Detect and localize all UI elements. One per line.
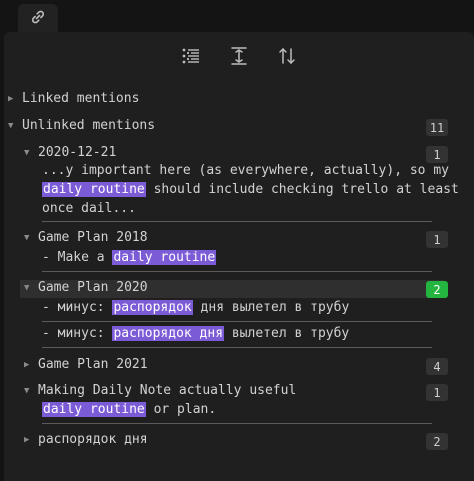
collapse-results-button[interactable] (177, 44, 205, 72)
file-title: распорядок дня (38, 432, 148, 447)
divider (42, 321, 432, 322)
match-snippet[interactable]: - Make a daily routine (42, 248, 217, 267)
match-snippet[interactable]: - минус: распорядок дня вылетел в трубу (42, 298, 349, 317)
unlinked-mentions-header[interactable]: ▼ Unlinked mentions (8, 118, 155, 133)
snippet-text: вылетел в трубу (224, 326, 350, 341)
snippet-text: - минус: (42, 326, 113, 341)
result-file-game-plan-2018[interactable]: ▼ Game Plan 2018 (24, 230, 148, 245)
result-file-2020-12-21[interactable]: ▼ 2020-12-21 (24, 145, 116, 160)
match-count: 1 (426, 384, 448, 401)
chevron-right-icon: ▶ (8, 93, 14, 104)
chevron-down-icon: ▼ (24, 282, 30, 293)
link-icon (30, 9, 46, 29)
chevron-right-icon: ▶ (24, 359, 30, 370)
divider (42, 347, 432, 348)
file-title: Making Daily Note actually useful (38, 383, 297, 398)
list-icon (181, 47, 201, 69)
result-file-game-plan-2020[interactable]: ▼ Game Plan 2020 (24, 280, 148, 295)
expand-collapse-icon (229, 46, 249, 70)
toolbar (4, 44, 474, 72)
tab-link[interactable] (18, 4, 58, 34)
match-highlight: daily routine (42, 402, 146, 417)
show-more-context-button[interactable] (225, 44, 253, 72)
unlinked-mentions-count: 11 (426, 119, 448, 136)
chevron-down-icon: ▼ (8, 120, 14, 131)
result-file-raspoiryadok-dnya[interactable]: ▶ распорядок дня (24, 432, 148, 447)
backlinks-panel: ▶ Linked mentions ▼ Unlinked mentions 11… (4, 32, 474, 481)
match-highlight: распорядок (112, 300, 193, 315)
match-snippet[interactable]: - минус: распорядок дня вылетел в трубу (42, 324, 349, 343)
snippet-text: - минус: (42, 300, 113, 315)
match-highlight: daily routine (42, 182, 146, 197)
unlinked-mentions-label: Unlinked mentions (22, 118, 156, 133)
linked-mentions-header[interactable]: ▶ Linked mentions (8, 91, 139, 106)
snippet-text: or plan. (145, 402, 217, 417)
change-sort-button[interactable] (273, 44, 301, 72)
match-highlight: распорядок дня (112, 326, 225, 341)
result-file-game-plan-2021[interactable]: ▶ Game Plan 2021 (24, 357, 148, 372)
match-snippet[interactable]: ...y important here (as everywhere, actu… (42, 161, 459, 218)
linked-mentions-label: Linked mentions (22, 91, 140, 106)
snippet-line: once dail... (42, 201, 136, 216)
chevron-right-icon: ▶ (24, 434, 30, 445)
match-snippet[interactable]: daily routine or plan. (42, 400, 216, 419)
file-title: 2020-12-21 (38, 145, 117, 160)
snippet-text: should include checking trello at least (145, 182, 459, 197)
file-title: Game Plan 2020 (38, 280, 148, 295)
snippet-line: ...y important here (as everywhere, actu… (42, 163, 449, 178)
divider (42, 221, 432, 222)
match-count: 2 (426, 281, 448, 298)
snippet-line: daily routine should include checking tr… (42, 180, 459, 199)
sort-icon (277, 46, 297, 70)
result-file-making-daily-note[interactable]: ▼ Making Daily Note actually useful (24, 383, 296, 398)
divider (42, 271, 432, 272)
snippet-text: дня вылетел в трубу (192, 300, 350, 315)
match-highlight: daily routine (112, 250, 217, 265)
chevron-down-icon: ▼ (24, 385, 30, 396)
chevron-down-icon: ▼ (24, 232, 30, 243)
file-title: Game Plan 2021 (38, 357, 148, 372)
match-count: 4 (426, 358, 448, 375)
file-title: Game Plan 2018 (38, 230, 148, 245)
chevron-down-icon: ▼ (24, 147, 30, 158)
match-count: 1 (426, 231, 448, 248)
snippet-text: - Make a (42, 250, 113, 265)
divider (42, 423, 432, 424)
match-count: 2 (426, 433, 448, 450)
